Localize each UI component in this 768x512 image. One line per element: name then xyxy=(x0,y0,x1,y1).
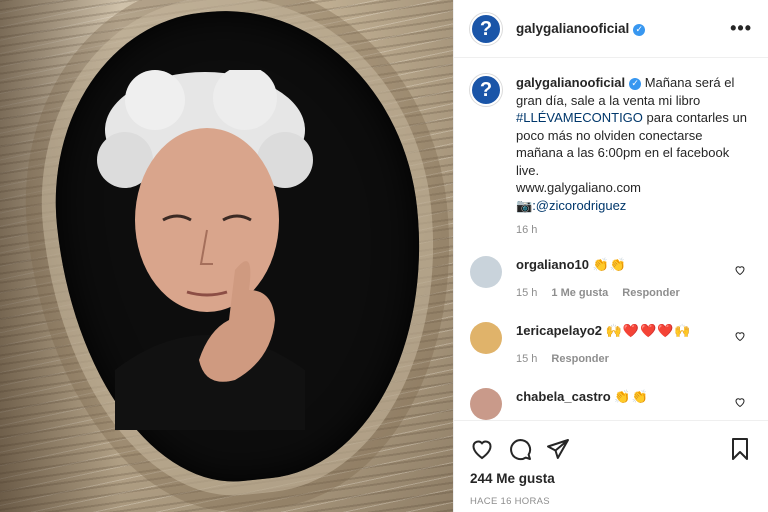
caption-avatar[interactable]: ? xyxy=(470,74,502,106)
comment-avatar[interactable] xyxy=(470,388,502,420)
profile-avatar[interactable]: ? xyxy=(470,12,502,45)
header-username-text[interactable]: galygalianooficial xyxy=(516,21,629,36)
comment-time[interactable]: 15 h xyxy=(516,351,537,368)
comment-username[interactable]: orgaliano10 xyxy=(516,257,589,272)
caption-text: galygalianooficial ✓ Mañana será el gran … xyxy=(516,74,752,214)
avatar-glyph: ? xyxy=(479,79,493,101)
reply-button[interactable]: Responder xyxy=(551,351,608,368)
comment-text: 👏👏 xyxy=(592,257,627,272)
comment-avatar[interactable] xyxy=(470,322,502,354)
comments-section[interactable]: ? galygalianooficial ✓ Mañana será el gra… xyxy=(454,58,768,420)
like-heart-icon[interactable] xyxy=(470,437,494,461)
comment-item: chabela_castro 👏👏 xyxy=(470,388,752,420)
comment-meta: 15 h 1 Me gusta Responder xyxy=(516,285,680,302)
comment-item: 1ericapelayo2 🙌❤️❤️❤️🙌 15 h Responder xyxy=(470,322,752,368)
action-icons xyxy=(470,429,752,469)
caption-time[interactable]: 16 h xyxy=(516,224,752,236)
comment-text: 🙌❤️❤️❤️🙌 xyxy=(605,323,692,338)
comment-avatar[interactable] xyxy=(470,256,502,288)
comment-time[interactable]: 15 h xyxy=(516,285,537,302)
like-comment-heart-icon[interactable] xyxy=(734,396,746,408)
verified-badge-icon: ✓ xyxy=(629,77,642,90)
comment-username[interactable]: 1ericapelayo2 xyxy=(516,323,602,338)
post-header: ? galygalianooficial ✓ ••• xyxy=(454,0,768,58)
likes-count[interactable]: 244 Me gusta xyxy=(470,471,752,486)
posted-timestamp[interactable]: HACE 16 HORAS xyxy=(470,496,752,507)
actions-bar: 244 Me gusta HACE 16 HORAS xyxy=(454,420,768,512)
credit-mention-link[interactable]: :@zicorodriguez xyxy=(532,198,626,213)
verified-badge-icon: ✓ xyxy=(633,23,646,36)
more-options-button[interactable]: ••• xyxy=(730,18,752,39)
header-username[interactable]: galygalianooficial ✓ xyxy=(516,21,646,36)
save-bookmark-icon[interactable] xyxy=(728,437,752,461)
avatar-glyph: ? xyxy=(479,17,493,40)
comment-text: 👏👏 xyxy=(614,389,649,404)
caption: ? galygalianooficial ✓ Mañana será el gra… xyxy=(470,74,752,236)
comment-item: orgaliano10 👏👏 15 h 1 Me gusta Responder xyxy=(470,256,752,302)
comment-bubble-icon[interactable] xyxy=(508,437,532,461)
camera-icon: 📷 xyxy=(516,197,533,213)
like-comment-heart-icon[interactable] xyxy=(734,264,746,276)
comment-likes[interactable]: 1 Me gusta xyxy=(551,285,608,302)
comment-username[interactable]: chabela_castro xyxy=(516,389,611,404)
website-text: www.galygaliano.com xyxy=(516,180,642,195)
hashtag-link[interactable]: #LLÉVAMECONTIGO xyxy=(516,110,643,125)
share-direct-icon[interactable] xyxy=(546,437,570,461)
instagram-post: ? galygalianooficial ✓ ••• ? galygalianoo… xyxy=(0,0,768,512)
post-sidebar: ? galygalianooficial ✓ ••• ? galygalianoo… xyxy=(453,0,768,512)
portrait-illustration xyxy=(97,70,313,430)
like-comment-heart-icon[interactable] xyxy=(734,330,746,342)
reply-button[interactable]: Responder xyxy=(622,285,679,302)
post-photo[interactable] xyxy=(0,0,453,512)
caption-username[interactable]: galygalianooficial xyxy=(516,75,625,90)
comment-meta: 15 h Responder xyxy=(516,351,692,368)
